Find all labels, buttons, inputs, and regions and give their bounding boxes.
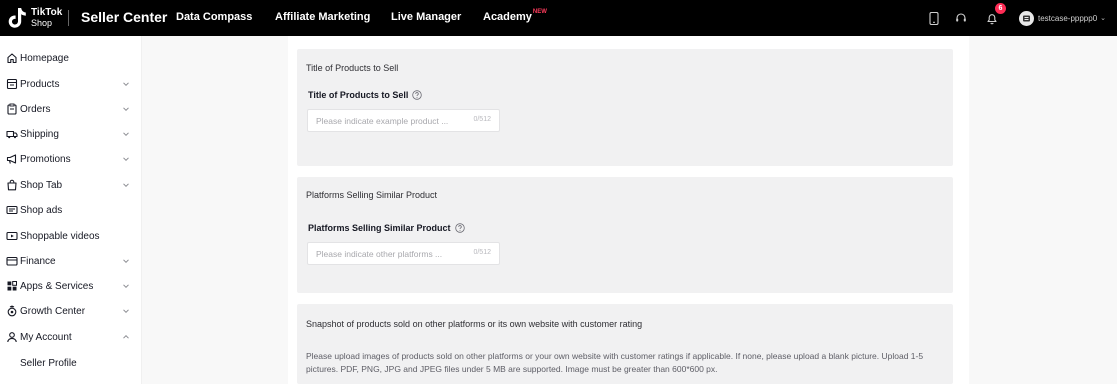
sidebar-item-label: Homepage: [20, 52, 69, 64]
field-label-text: Platforms Selling Similar Product: [308, 223, 451, 233]
nav-live-manager[interactable]: Live Manager: [391, 11, 461, 23]
user-icon: [7, 332, 17, 343]
products-icon: [6, 78, 18, 90]
chevron-down-icon: [123, 309, 129, 314]
chevron-down-icon: [123, 284, 129, 289]
question-circle-icon[interactable]: [412, 90, 423, 100]
chevron-down-icon: [123, 82, 129, 87]
chevron-down-icon: [123, 183, 129, 188]
field-label-text: Title of Products to Sell: [308, 90, 409, 100]
application-form: Title of Products to Sell Title of Produ…: [288, 36, 969, 384]
sidebar-item-label: Shop ads: [20, 204, 63, 216]
sidebar-subitem-label: Seller Profile: [20, 357, 77, 369]
ads-icon: [6, 205, 18, 215]
chevron-up-icon: [123, 334, 129, 339]
sidebar-item-shop-ads[interactable]: Shop ads: [0, 199, 142, 221]
character-counter: 0/512: [473, 249, 491, 256]
headset-icon[interactable]: [952, 9, 970, 27]
sidebar-item-finance[interactable]: Finance: [0, 250, 142, 272]
sidebar-item-label: Orders: [20, 103, 51, 115]
character-counter: 0/512: [473, 116, 491, 123]
sidebar-item-products[interactable]: Products: [0, 73, 142, 95]
question-circle-icon[interactable]: [454, 223, 465, 233]
new-tag-badge: NEW: [532, 9, 547, 15]
home-icon: [7, 53, 17, 64]
sidebar-item-label: Products: [20, 78, 60, 90]
sidebar-item-label: Shipping: [20, 128, 59, 140]
orders-icon: [7, 103, 17, 115]
seller-center-title[interactable]: Seller Center: [81, 9, 167, 25]
account-name: testcase-ppppp0: [1038, 13, 1098, 23]
sidebar-item-shoppable-videos[interactable]: Shoppable videos: [0, 225, 142, 247]
nav-affiliate-marketing[interactable]: Affiliate Marketing: [275, 11, 370, 23]
sidebar: Homepage Products Orders Shipping Promot…: [0, 36, 142, 384]
tiktok-shop-logo[interactable]: TikTok Shop: [7, 6, 62, 30]
field-label-platforms-selling: Platforms Selling Similar Product: [308, 223, 465, 233]
section-title: Snapshot of products sold on other platf…: [306, 319, 643, 329]
sidebar-item-shipping[interactable]: Shipping: [0, 123, 142, 145]
logo-text-shop: Shop: [31, 18, 53, 28]
title-of-products-input[interactable]: [316, 110, 466, 131]
avatar: [1019, 10, 1034, 26]
megaphone-icon: [6, 154, 17, 164]
sidebar-item-label: Finance: [20, 255, 56, 267]
sidebar-item-homepage[interactable]: Homepage: [0, 47, 142, 69]
sidebar-item-label: Promotions: [20, 153, 71, 165]
section-title: Platforms Selling Similar Product: [306, 190, 438, 200]
chevron-down-icon: ⌄: [1100, 15, 1107, 22]
platforms-selling-input-box: 0/512: [307, 242, 500, 265]
sidebar-item-shop-tab[interactable]: Shop Tab: [0, 174, 142, 196]
section-description: Please upload images of products sold on…: [306, 351, 924, 374]
nav-academy[interactable]: AcademyNEW: [483, 9, 547, 23]
platforms-selling-input[interactable]: [316, 243, 466, 264]
section-snapshot-of-products: Snapshot of products sold on other platf…: [297, 304, 953, 384]
chevron-down-icon: [123, 157, 129, 162]
account-menu[interactable]: testcase-ppppp0 ⌄: [1019, 9, 1106, 27]
shop-bag-icon: [7, 179, 17, 191]
sidebar-item-promotions[interactable]: Promotions: [0, 148, 142, 170]
title-of-products-input-box: 0/512: [307, 109, 500, 132]
sidebar-item-orders[interactable]: Orders: [0, 98, 142, 120]
chevron-down-icon: [123, 132, 129, 137]
tiktok-logo-icon: [8, 8, 26, 28]
video-icon: [6, 231, 18, 241]
section-platforms-selling: Platforms Selling Similar Product Platfo…: [297, 177, 953, 293]
top-navigation-bar: TikTok Shop Seller Center Data Compass A…: [0, 0, 1117, 36]
chevron-down-icon: [123, 259, 129, 264]
sidebar-item-apps-services[interactable]: Apps & Services: [0, 275, 142, 297]
sidebar-item-label: Growth Center: [20, 305, 86, 317]
sidebar-item-label: Shoppable videos: [20, 230, 100, 242]
nav-data-compass[interactable]: Data Compass: [176, 11, 252, 23]
sidebar-item-label: Shop Tab: [20, 179, 63, 191]
apps-icon: [7, 281, 17, 291]
logo-text-tiktok: TikTok: [31, 7, 63, 18]
sidebar-item-label: Apps & Services: [20, 280, 94, 292]
wallet-icon: [6, 256, 18, 266]
growth-icon: [7, 305, 17, 317]
sidebar-subitem-seller-profile[interactable]: Seller Profile: [0, 352, 142, 374]
notification-count-badge: 6: [995, 3, 1006, 14]
truck-icon: [6, 130, 18, 139]
topbar-divider: [68, 10, 69, 26]
section-title: Title of Products to Sell: [306, 63, 399, 73]
sidebar-item-growth-center[interactable]: Growth Center: [0, 300, 142, 322]
chevron-down-icon: [123, 107, 129, 112]
sidebar-item-my-account[interactable]: My Account: [0, 326, 142, 348]
field-label-title-of-products: Title of Products to Sell: [308, 90, 423, 100]
section-title-of-products: Title of Products to Sell Title of Produ…: [297, 49, 953, 166]
main-content: Title of Products to Sell Title of Produ…: [142, 36, 1117, 384]
mobile-icon[interactable]: [925, 9, 943, 27]
sidebar-item-label: My Account: [20, 331, 72, 343]
nav-academy-label: Academy: [483, 11, 532, 23]
